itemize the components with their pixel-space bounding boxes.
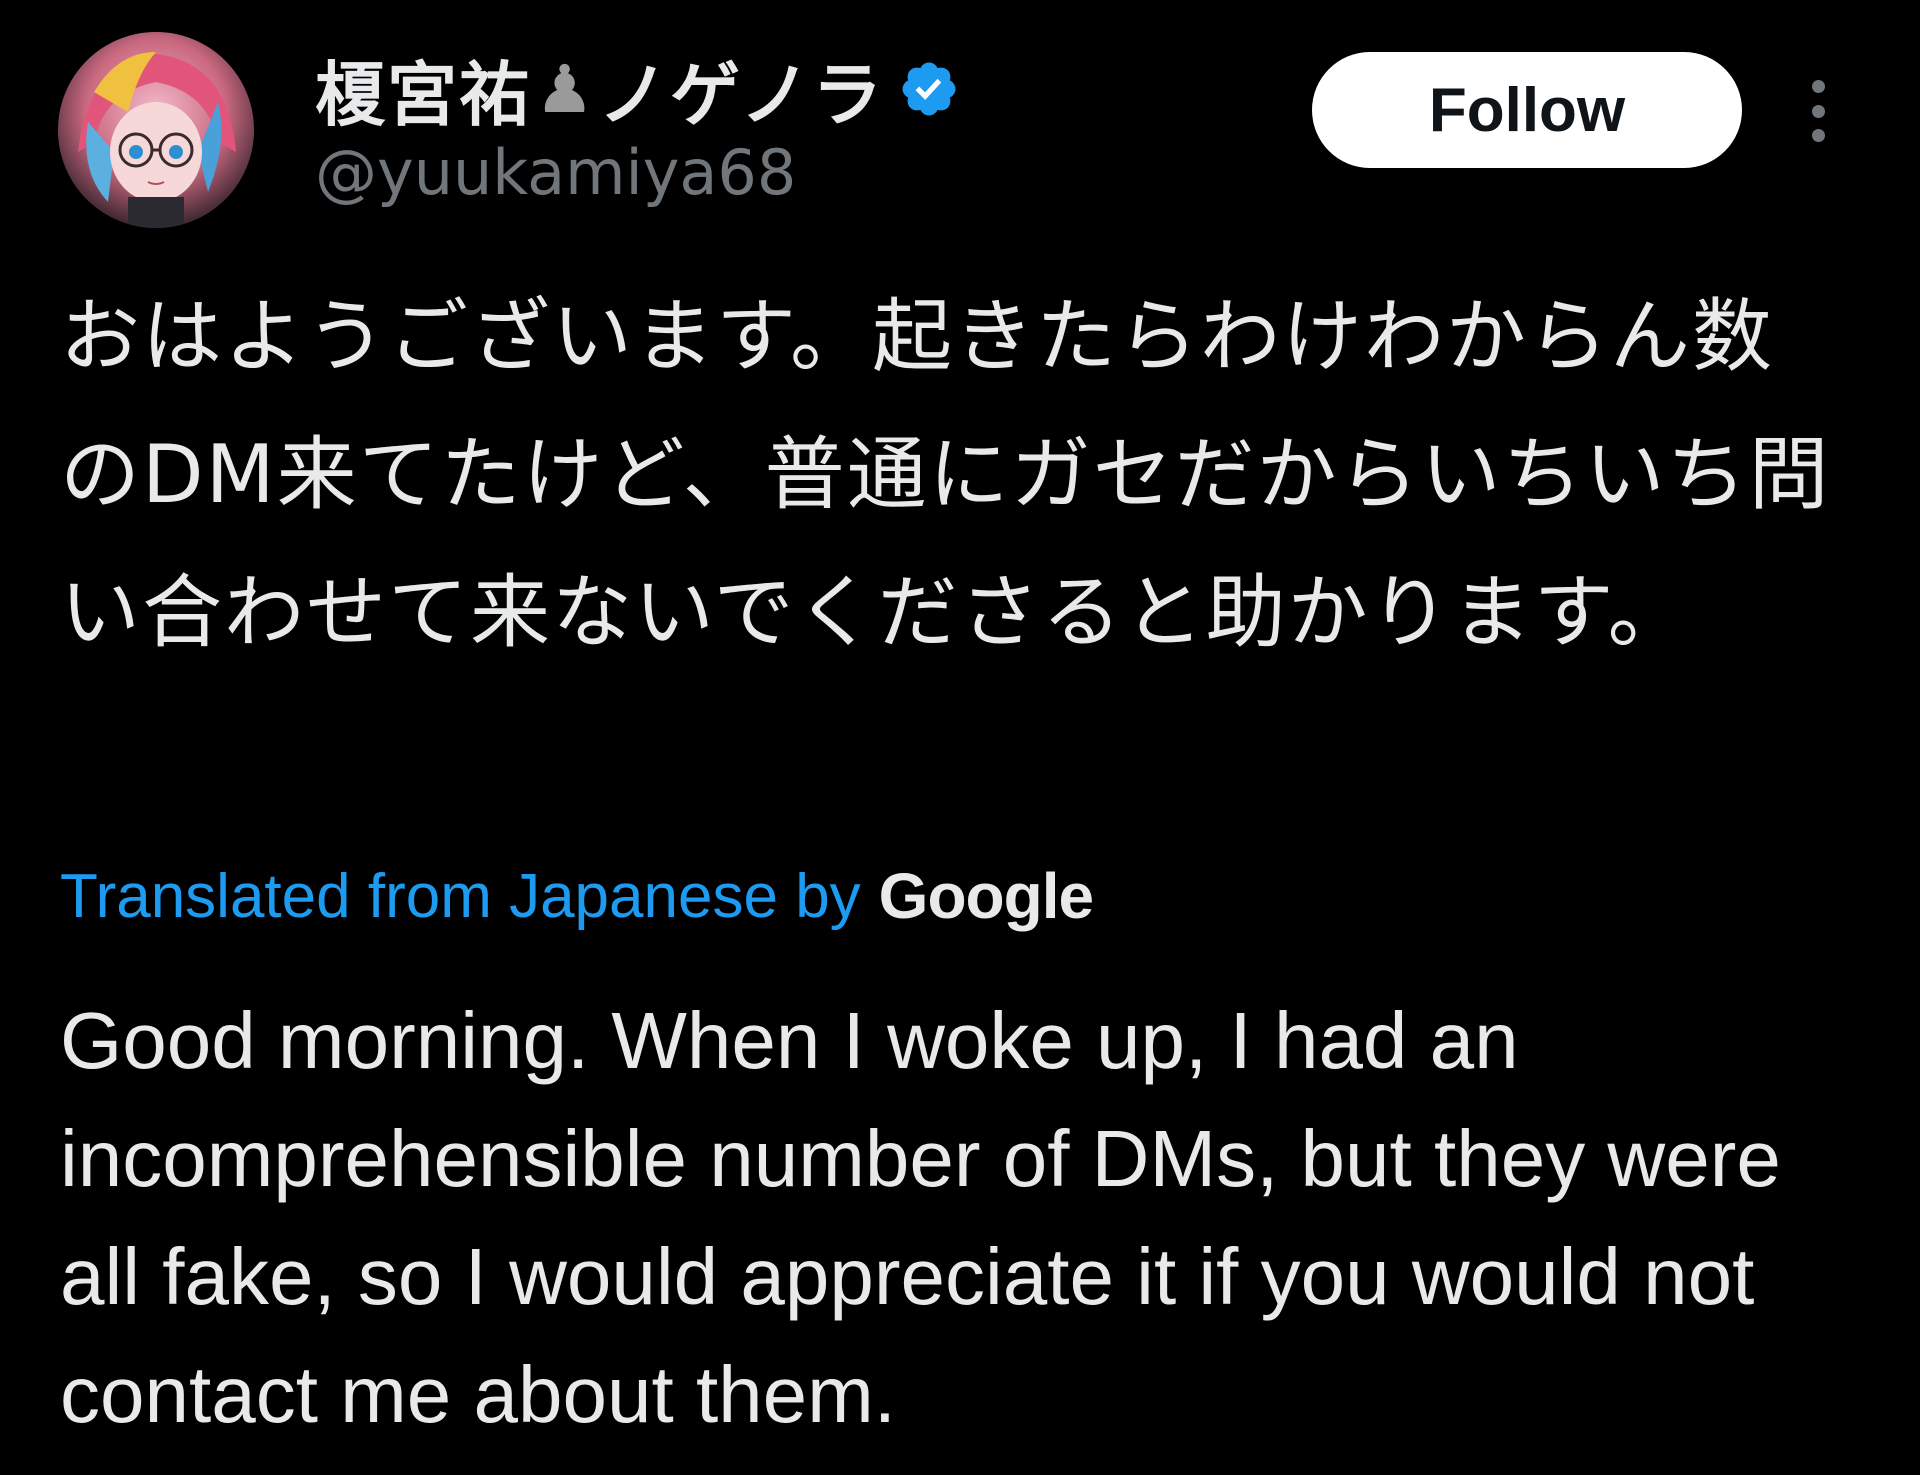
tweet-original-text: おはようございます。起きたらわけわからん数のDM来てたけど、普通にガセだからいち… xyxy=(60,290,1831,659)
google-logo: Google xyxy=(878,860,1094,932)
more-options-icon[interactable] xyxy=(1806,80,1830,142)
more-dot xyxy=(1811,129,1825,142)
avatar[interactable] xyxy=(58,32,254,228)
chess-pawn-icon: ♟ xyxy=(535,50,595,128)
more-dot xyxy=(1811,80,1825,93)
translation-attribution: Translated from Japanese by Google xyxy=(60,846,1094,946)
author-handle[interactable]: @yuukamiya68 xyxy=(315,136,796,209)
more-dot xyxy=(1811,104,1825,118)
tweet: 榎宮祐 ♟ ノゲノラ @yuukamiya68 Follow おはようございます… xyxy=(0,0,1920,1475)
translated-from-link[interactable]: Translated from Japanese by xyxy=(60,861,861,932)
author-name-row[interactable]: 榎宮祐 ♟ ノゲノラ xyxy=(315,44,960,136)
author-display-name-suffix[interactable]: ノゲノラ xyxy=(598,39,884,140)
avatar-image xyxy=(58,32,254,228)
verified-badge-icon[interactable] xyxy=(898,58,960,120)
author-display-name[interactable]: 榎宮祐 xyxy=(315,39,531,140)
follow-button[interactable]: Follow xyxy=(1312,52,1742,168)
tweet-translated-text: Good morning. When I woke up, I had an i… xyxy=(60,996,1781,1439)
